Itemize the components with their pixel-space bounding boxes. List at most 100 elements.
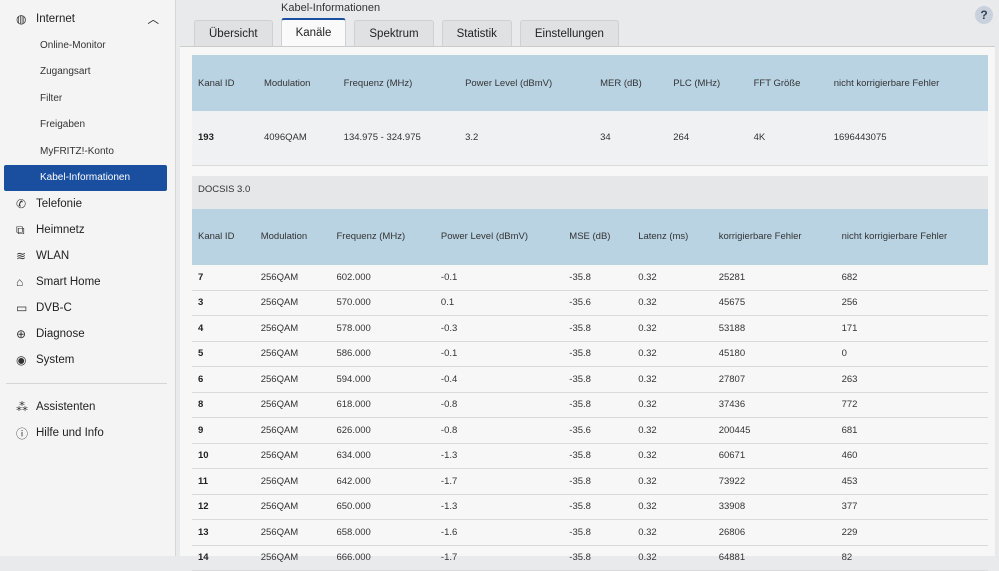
nav-label: Telefonie xyxy=(36,198,82,210)
table-cell: 626.000 xyxy=(330,418,434,444)
tab--bersicht[interactable]: Übersicht xyxy=(194,20,273,48)
table-cell: 377 xyxy=(836,494,988,520)
nav-label: WLAN xyxy=(36,250,69,262)
wizard-icon: ⁂ xyxy=(16,400,36,414)
table-cell: 193 xyxy=(192,111,258,165)
sidebar-item-myfritz-konto[interactable]: MyFRITZ!-Konto xyxy=(0,138,175,165)
sidebar-item-kabel-informationen[interactable]: Kabel-Informationen xyxy=(4,165,167,192)
table-cell: 0 xyxy=(836,341,988,367)
table-cell: -1.3 xyxy=(435,494,563,520)
table-row: 11256QAM642.000-1.7-35.80.3273922453 xyxy=(192,469,988,495)
sidebar-item-heimnetz[interactable]: ⧉Heimnetz xyxy=(0,217,175,243)
column-header: MSE (dB) xyxy=(563,209,632,265)
table-cell: 0.32 xyxy=(632,367,713,393)
table-cell: 82 xyxy=(836,545,988,571)
table-cell: -35.8 xyxy=(563,520,632,546)
tab-statistik[interactable]: Statistik xyxy=(442,20,512,48)
globe-icon: ◍ xyxy=(16,12,36,26)
table-cell: 256QAM xyxy=(255,341,331,367)
table-cell: 256QAM xyxy=(255,290,331,316)
table-row: 1934096QAM134.975 - 324.9753.2342644K169… xyxy=(192,111,988,165)
sidebar-item-hilfe-und-info[interactable]: ⓘHilfe und Info xyxy=(0,420,175,446)
table-cell: 602.000 xyxy=(330,265,434,291)
table-cell: 5 xyxy=(192,341,255,367)
table-cell: 0.32 xyxy=(632,545,713,571)
table-cell: 64881 xyxy=(713,545,836,571)
table-cell: 0.32 xyxy=(632,418,713,444)
table-cell: -1.7 xyxy=(435,469,563,495)
diagnose-icon: ⊕ xyxy=(16,327,36,341)
table-cell: 0.32 xyxy=(632,316,713,342)
table-row: 7256QAM602.000-0.1-35.80.3225281682 xyxy=(192,265,988,291)
sidebar-item-online-monitor[interactable]: Online-Monitor xyxy=(0,32,175,59)
table-cell: 666.000 xyxy=(330,545,434,571)
table-cell: 60671 xyxy=(713,443,836,469)
sidebar-item-assistenten[interactable]: ⁂Assistenten xyxy=(0,394,175,420)
tab-einstellungen[interactable]: Einstellungen xyxy=(520,20,619,48)
table-cell: 0.32 xyxy=(632,290,713,316)
column-header: FFT Größe xyxy=(748,55,828,111)
nav-label: Assistenten xyxy=(36,401,95,413)
tab-kan-le[interactable]: Kanäle xyxy=(281,18,347,48)
table-cell: 256QAM xyxy=(255,520,331,546)
table-cell: -35.6 xyxy=(563,290,632,316)
sidebar-item-zugangsart[interactable]: Zugangsart xyxy=(0,59,175,86)
table-cell: 0.32 xyxy=(632,341,713,367)
table-cell: 1696443075 xyxy=(828,111,988,165)
sidebar-item-wlan[interactable]: ≋WLAN xyxy=(0,243,175,269)
table-cell: 460 xyxy=(836,443,988,469)
sidebar-item-diagnose[interactable]: ⊕Diagnose xyxy=(0,321,175,347)
table-cell: 53188 xyxy=(713,316,836,342)
table-cell: 263 xyxy=(836,367,988,393)
help-button[interactable]: ? xyxy=(975,6,993,24)
table-cell: 0.32 xyxy=(632,392,713,418)
column-header: Kanal ID xyxy=(192,55,258,111)
sidebar-item-dvb-c[interactable]: ▭DVB-C xyxy=(0,295,175,321)
table-cell: 37436 xyxy=(713,392,836,418)
chevron-up-icon[interactable]: ︿ xyxy=(148,11,160,27)
table-cell: 658.000 xyxy=(330,520,434,546)
table-row: 4256QAM578.000-0.3-35.80.3253188171 xyxy=(192,316,988,342)
nav-internet[interactable]: ◍ Internet ︿ xyxy=(0,6,175,32)
table-cell: 256QAM xyxy=(255,469,331,495)
sidebar-item-system[interactable]: ◉System xyxy=(0,347,175,373)
table-cell: 45675 xyxy=(713,290,836,316)
table-cell: 0.32 xyxy=(632,494,713,520)
column-header: Kanal ID xyxy=(192,209,255,265)
table-cell: 25281 xyxy=(713,265,836,291)
sidebar-item-freigaben[interactable]: Freigaben xyxy=(0,112,175,139)
column-header: PLC (MHz) xyxy=(667,55,747,111)
table-cell: 634.000 xyxy=(330,443,434,469)
table-cell: -1.6 xyxy=(435,520,563,546)
sidebar-item-smart-home[interactable]: ⌂Smart Home xyxy=(0,269,175,295)
column-header: nicht korrigierbare Fehler xyxy=(836,209,988,265)
table-cell: 171 xyxy=(836,316,988,342)
sidebar-item-telefonie[interactable]: ✆Telefonie xyxy=(0,191,175,217)
column-header: nicht korrigierbare Fehler xyxy=(828,55,988,111)
table-cell: 9 xyxy=(192,418,255,444)
content-panel: Kanal IDModulationFrequenz (MHz)Power Le… xyxy=(180,46,995,556)
table-cell: 3.2 xyxy=(459,111,594,165)
sidebar-item-filter[interactable]: Filter xyxy=(0,85,175,112)
table-cell: 0.32 xyxy=(632,265,713,291)
table-cell: 6 xyxy=(192,367,255,393)
table-cell: 45180 xyxy=(713,341,836,367)
tab-spektrum[interactable]: Spektrum xyxy=(354,20,433,48)
table-cell: -0.8 xyxy=(435,392,563,418)
table-row: 9256QAM626.000-0.8-35.60.32200445681 xyxy=(192,418,988,444)
table-cell: -0.4 xyxy=(435,367,563,393)
column-header: MER (dB) xyxy=(594,55,667,111)
table-row: 12256QAM650.000-1.3-35.80.3233908377 xyxy=(192,494,988,520)
table-cell: 33908 xyxy=(713,494,836,520)
table-cell: 26806 xyxy=(713,520,836,546)
table-cell: 0.1 xyxy=(435,290,563,316)
page-title: Kabel-Informationen xyxy=(281,2,380,15)
table-cell: 4K xyxy=(748,111,828,165)
table-cell: -0.3 xyxy=(435,316,563,342)
table-cell: 0.32 xyxy=(632,469,713,495)
table-cell: 682 xyxy=(836,265,988,291)
table-cell: 73922 xyxy=(713,469,836,495)
table-row: 5256QAM586.000-0.1-35.80.32451800 xyxy=(192,341,988,367)
table-row: 10256QAM634.000-1.3-35.80.3260671460 xyxy=(192,443,988,469)
table-row: 3256QAM570.0000.1-35.60.3245675256 xyxy=(192,290,988,316)
